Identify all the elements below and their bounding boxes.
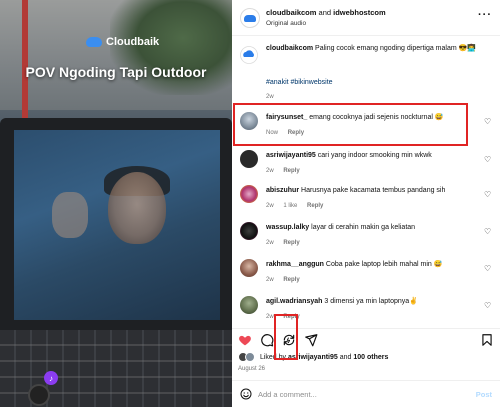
more-options-icon[interactable]: ··· [478, 9, 492, 21]
comment-text: cari yang indoor smooking min wkwk [317, 152, 432, 159]
caption-timestamp: 2w [266, 94, 274, 100]
heart-filled-icon[interactable] [238, 333, 252, 347]
comment-body: agil.wadriansyah 3 dimensi ya min laptop… [266, 297, 476, 306]
video-brand-watermark: Cloudbaik [86, 36, 159, 48]
comment-meta: 2w Reply [266, 168, 308, 174]
comment-username[interactable]: fairysunset_ [266, 114, 307, 121]
emoji-icon[interactable] [240, 388, 252, 400]
likes-connector: and [339, 353, 352, 361]
comment-heart-icon[interactable]: ♡ [484, 191, 492, 199]
post-header: cloudbaikcom and idwebhostcom Original a… [232, 0, 500, 36]
comment-meta: 2w Reply [266, 314, 308, 320]
video-person-face [108, 172, 166, 244]
audio-badge-icon[interactable]: ♪ [44, 371, 58, 385]
comment-time: 2w [266, 277, 274, 283]
liker-avatar [245, 352, 255, 362]
coauthor-link[interactable]: idwebhostcom [333, 8, 386, 17]
caption-author[interactable]: cloudbaikcom [266, 45, 313, 52]
caption-body: Paling cocok emang ngoding dipertiga mal… [315, 45, 477, 52]
reply-button[interactable]: Reply [283, 240, 299, 246]
caption-text: cloudbaikcom Paling cocok emang ngoding … [266, 44, 492, 54]
comment-body: fairysunset_ emang cocoknya jadi sejenis… [266, 113, 476, 122]
post-date: August 26 [238, 366, 266, 372]
comment-item: asriwijayanti95 cari yang indoor smookin… [240, 150, 492, 184]
comment-text: Harusnya pake kacamata tembus pandang si… [301, 187, 446, 194]
post-panel: cloudbaikcom and idwebhostcom Original a… [232, 0, 500, 407]
comment-meta: 2w Reply [266, 240, 308, 246]
comment-text: Coba pake laptop lebih mahal min 😅 [325, 261, 443, 268]
comment-time: 2w [266, 168, 274, 174]
comment-input[interactable] [258, 387, 458, 401]
video-chair-leg [22, 0, 28, 120]
comment-avatar[interactable] [240, 222, 258, 240]
comment-time: 2w [266, 314, 274, 320]
comment-meta: Now Reply [266, 130, 312, 136]
comment-heart-icon[interactable]: ♡ [484, 265, 492, 273]
comment-meta: 2w 1 like Reply [266, 203, 331, 209]
comment-time: 2w [266, 240, 274, 246]
add-comment-bar: Post [232, 380, 500, 407]
reply-button[interactable]: Reply [307, 203, 323, 209]
comment-item: fairysunset_ emang cocoknya jadi sejenis… [240, 112, 492, 146]
author-avatar[interactable] [240, 8, 260, 28]
comment-avatar[interactable] [240, 112, 258, 130]
remix-icon[interactable] [282, 333, 296, 347]
reply-button[interactable]: Reply [283, 314, 299, 320]
comment-avatar[interactable] [240, 296, 258, 314]
comment-time: Now [266, 130, 279, 136]
comment-username[interactable]: wassup.lalky [266, 224, 309, 231]
audio-avatar[interactable] [28, 384, 50, 406]
comment-avatar[interactable] [240, 150, 258, 168]
video-overlay-title: POV Ngoding Tapi Outdoor [25, 64, 207, 80]
comment-body: abiszuhur Harusnya pake kacamata tembus … [266, 186, 476, 195]
comment-body: rakhma__anggun Coba pake laptop lebih ma… [266, 260, 476, 269]
comment-item: abiszuhur Harusnya pake kacamata tembus … [240, 185, 492, 219]
comment-icon[interactable] [260, 333, 274, 347]
cloud-logo-icon [244, 14, 256, 22]
author-connector: and [318, 8, 332, 17]
video-brand-text: Cloudbaik [106, 36, 160, 48]
reel-video[interactable]: Cloudbaik POV Ngoding Tapi Outdoor ♪ [0, 0, 232, 407]
comment-username[interactable]: asriwijayanti95 [266, 152, 316, 159]
video-person-hand [52, 192, 88, 238]
audio-link[interactable]: Original audio [266, 20, 306, 27]
comment-text: 3 dimensi ya min laptopnya✌️ [324, 298, 418, 305]
comment-text: emang cocoknya jadi sejenis nockturnal 😅 [309, 114, 444, 121]
cloud-logo-icon [86, 37, 102, 47]
comment-username[interactable]: abiszuhur [266, 187, 299, 194]
comment-username[interactable]: agil.wadriansyah [266, 298, 322, 305]
caption-avatar[interactable] [240, 46, 258, 64]
comment-item: agil.wadriansyah 3 dimensi ya min laptop… [240, 296, 492, 330]
likes-others-link[interactable]: 100 others [353, 354, 388, 361]
comment-heart-icon[interactable]: ♡ [484, 156, 492, 164]
post-authors: cloudbaikcom and idwebhostcom [266, 8, 386, 17]
post-comment-button[interactable]: Post [476, 390, 492, 399]
comment-avatar[interactable] [240, 185, 258, 203]
liker-avatars [238, 352, 256, 362]
likes-prefix: Liked by [259, 353, 287, 361]
post-actions [232, 328, 500, 350]
share-icon[interactable] [304, 333, 318, 347]
comment-avatar[interactable] [240, 259, 258, 277]
author-link[interactable]: cloudbaikcom [266, 8, 316, 17]
comment-item: rakhma__anggun Coba pake laptop lebih ma… [240, 259, 492, 293]
likes-summary: Liked by asriwijayanti95 and 100 others [238, 352, 388, 362]
comment-body: asriwijayanti95 cari yang indoor smookin… [266, 151, 476, 160]
caption-hashtags[interactable]: #anakit #bikinwebsite [266, 79, 333, 86]
comment-text: layar di cerahin makin ga keliatan [311, 224, 416, 231]
comment-item: wassup.lalky layar di cerahin makin ga k… [240, 222, 492, 256]
comment-heart-icon[interactable]: ♡ [484, 302, 492, 310]
comment-body: wassup.lalky layar di cerahin makin ga k… [266, 223, 476, 232]
comment-time: 2w [266, 203, 274, 209]
comment-heart-icon[interactable]: ♡ [484, 118, 492, 126]
bookmark-icon[interactable] [480, 333, 494, 347]
likes-user-link[interactable]: asriwijayanti95 [288, 354, 338, 361]
comment-like-count[interactable]: 1 like [283, 203, 297, 209]
reply-button[interactable]: Reply [283, 168, 299, 174]
comment-username[interactable]: rakhma__anggun [266, 261, 324, 268]
comment-heart-icon[interactable]: ♡ [484, 228, 492, 236]
comment-meta: 2w Reply [266, 277, 308, 283]
reply-button[interactable]: Reply [283, 277, 299, 283]
reply-button[interactable]: Reply [288, 130, 304, 136]
